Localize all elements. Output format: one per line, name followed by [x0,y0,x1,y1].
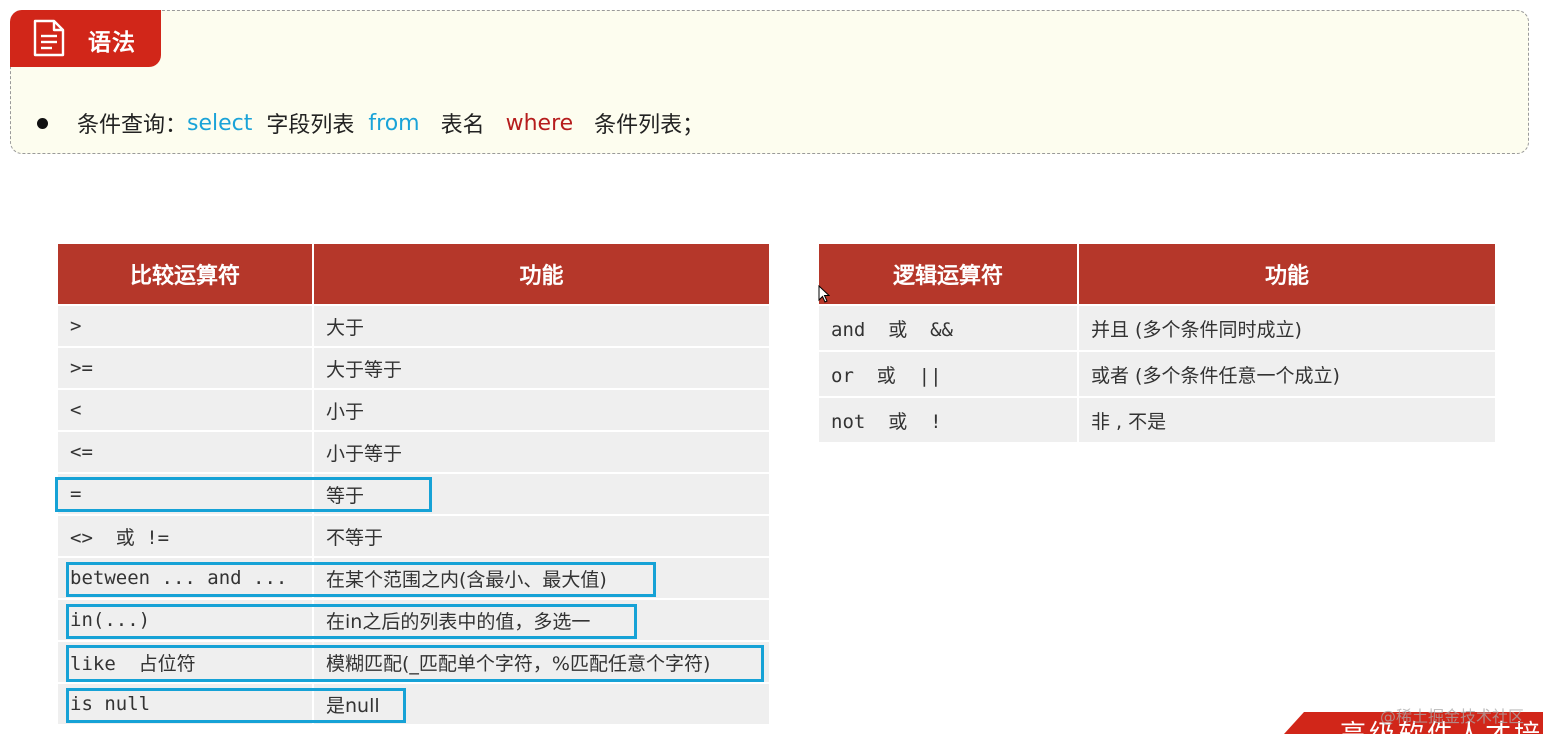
syntax-line: 条件查询： select 字段列表 from 表名 where 条件列表； [37,107,704,139]
table-header-row: 逻辑运算符 功能 [819,244,1495,304]
mouse-cursor-icon [818,285,830,303]
table-row: and 或 && 并且 (多个条件同时成立) [819,304,1495,350]
table-row: is null 是null [58,682,769,724]
operator-cell: is null [58,682,314,724]
function-cell: 非 , 不是 [1079,396,1495,442]
syntax-tab-label: 语法 [88,30,136,56]
function-cell: 等于 [314,472,769,514]
table-row: < 小于 [58,388,769,430]
function-cell: 模糊匹配(_匹配单个字符，%匹配任意个字符) [314,640,769,682]
table-row: or 或 || 或者 (多个条件任意一个成立) [819,350,1495,396]
table-row: = 等于 [58,472,769,514]
table-row: between ... and ... 在某个范围之内(含最小、最大值) [58,556,769,598]
function-cell: 大于等于 [314,346,769,388]
keyword-select: select [187,110,253,136]
table-row: > 大于 [58,304,769,346]
operator-cell: between ... and ... [58,556,314,598]
header-function: 功能 [314,244,769,304]
operator-cell: <= [58,430,314,472]
operator-cell: > [58,304,314,346]
table-row: <> 或 != 不等于 [58,514,769,556]
keyword-where: where [505,110,574,136]
function-cell: 并且 (多个条件同时成立) [1079,304,1495,350]
function-cell: 小于等于 [314,430,769,472]
logical-operators-table: 逻辑运算符 功能 and 或 && 并且 (多个条件同时成立) or 或 || … [819,244,1495,442]
bullet-icon [37,117,48,129]
operator-cell: like 占位符 [58,640,314,682]
function-cell: 或者 (多个条件任意一个成立) [1079,350,1495,396]
syntax-fields: 字段列表 [266,113,355,138]
table-row: not 或 ! 非 , 不是 [819,396,1495,442]
function-cell: 不等于 [314,514,769,556]
operator-cell: in(...) [58,598,314,640]
function-cell: 大于 [314,304,769,346]
keyword-from: from [368,110,420,136]
table-row: in(...) 在in之后的列表中的值，多选一 [58,598,769,640]
comparison-operators-table: 比较运算符 功能 > 大于 >= 大于等于 < 小于 <= 小于等于 = 等于 … [58,244,769,724]
syntax-box: 语法 条件查询： select 字段列表 from 表名 where 条件列表； [10,10,1529,154]
function-cell: 是null [314,682,769,724]
syntax-tab: 语法 [10,10,161,67]
header-operator: 逻辑运算符 [819,244,1079,304]
function-cell: 小于 [314,388,769,430]
operator-cell: = [58,472,314,514]
operator-cell: or 或 || [819,350,1079,396]
function-cell: 在某个范围之内(含最小、最大值) [314,556,769,598]
operator-cell: >= [58,346,314,388]
syntax-table: 表名 [440,113,485,138]
syntax-conditions: 条件列表； [594,113,705,138]
operator-cell: not 或 ! [819,396,1079,442]
operator-cell: < [58,388,314,430]
table-row: >= 大于等于 [58,346,769,388]
function-cell: 在in之后的列表中的值，多选一 [314,598,769,640]
table-row: <= 小于等于 [58,430,769,472]
operator-cell: <> 或 != [58,514,314,556]
header-operator: 比较运算符 [58,244,314,304]
watermark: @稀土掘金技术社区 [1380,707,1525,726]
table-header-row: 比较运算符 功能 [58,244,769,304]
header-function: 功能 [1079,244,1495,304]
operator-cell: and 或 && [819,304,1079,350]
document-icon [33,19,65,57]
syntax-label: 条件查询： [77,113,188,138]
table-row: like 占位符 模糊匹配(_匹配单个字符，%匹配任意个字符) [58,640,769,682]
